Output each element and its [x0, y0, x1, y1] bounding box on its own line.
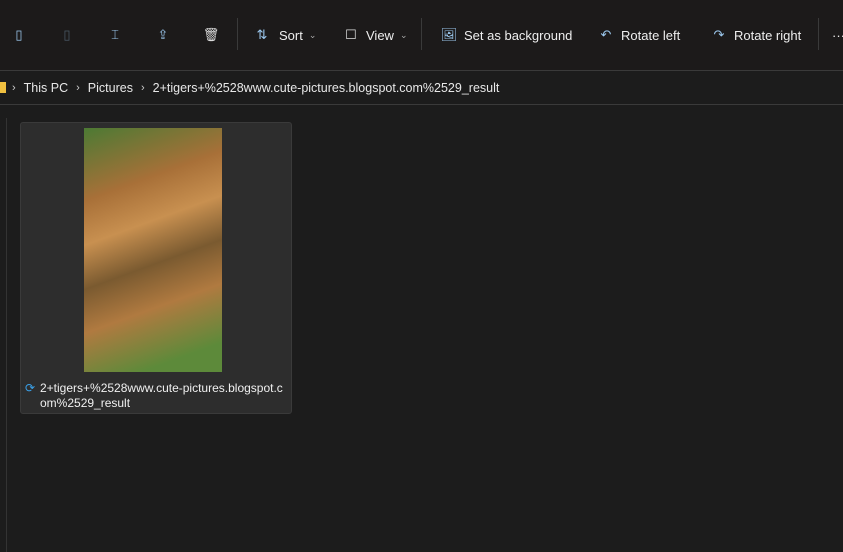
sort-icon: ⇅	[256, 27, 268, 42]
chevron-right-icon: ›	[12, 81, 16, 94]
breadcrumb-folder[interactable]: 2+tigers+%2528www.cute-pictures.blogspot…	[153, 81, 500, 95]
trash-icon: 🗑	[202, 27, 220, 42]
rotate-left-icon: ↶	[600, 27, 612, 42]
chevron-right-icon: ›	[76, 81, 80, 94]
rotate-right-icon: ↷	[713, 27, 725, 42]
background-icon: 🖼	[440, 27, 458, 42]
delete-button[interactable]: 🗑	[202, 22, 220, 48]
share-button[interactable]: ⇪	[154, 22, 172, 48]
rotate-left-button[interactable]: ↶ Rotate left	[597, 22, 681, 48]
chevron-down-icon: ⌄	[399, 29, 408, 40]
tiger-thumbnail	[84, 128, 222, 372]
chevron-right-icon: ›	[140, 81, 145, 94]
rename-button[interactable]: ⌶	[106, 22, 124, 48]
folder-icon	[0, 82, 6, 93]
share-icon: ⇪	[157, 27, 169, 42]
sync-icon: ⟳	[25, 381, 36, 395]
file-item[interactable]: ⟳ 2+tigers+%2528www.cute-pictures.blogsp…	[20, 122, 292, 414]
rotate-right-button[interactable]: ↷ Rotate right	[710, 22, 802, 48]
breadcrumb-this-pc[interactable]: This PC	[24, 81, 68, 95]
navigation-pane-divider[interactable]	[6, 118, 7, 552]
rename-icon: ⌶	[111, 27, 119, 42]
paste-icon: ▯	[63, 27, 71, 42]
file-name: 2+tigers+%2528www.cute-pictures.blogspot…	[40, 381, 283, 410]
command-bar: ▯ ▯ ⌶ ⇪ 🗑 ⇅ Sort ⌄ ☐ View ⌄ 🖼 Set as backgrou…	[0, 0, 843, 71]
copy-button[interactable]: ▯	[10, 22, 28, 48]
breadcrumb: › This PC › Pictures › 2+tigers+%2528www…	[0, 71, 843, 105]
breadcrumb-pictures[interactable]: Pictures	[88, 81, 133, 95]
more-icon: ···	[832, 27, 843, 43]
copy-icon: ▯	[15, 27, 23, 42]
set-as-background-button[interactable]: 🖼 Set as background	[440, 22, 573, 48]
view-button[interactable]: ☐ View ⌄	[342, 22, 408, 48]
view-icon: ☐	[345, 27, 357, 42]
sort-button[interactable]: ⇅ Sort ⌄	[253, 22, 317, 48]
paste-button[interactable]: ▯	[58, 22, 76, 48]
chevron-down-icon: ⌄	[308, 29, 317, 40]
more-options-button[interactable]: ···	[832, 22, 843, 48]
